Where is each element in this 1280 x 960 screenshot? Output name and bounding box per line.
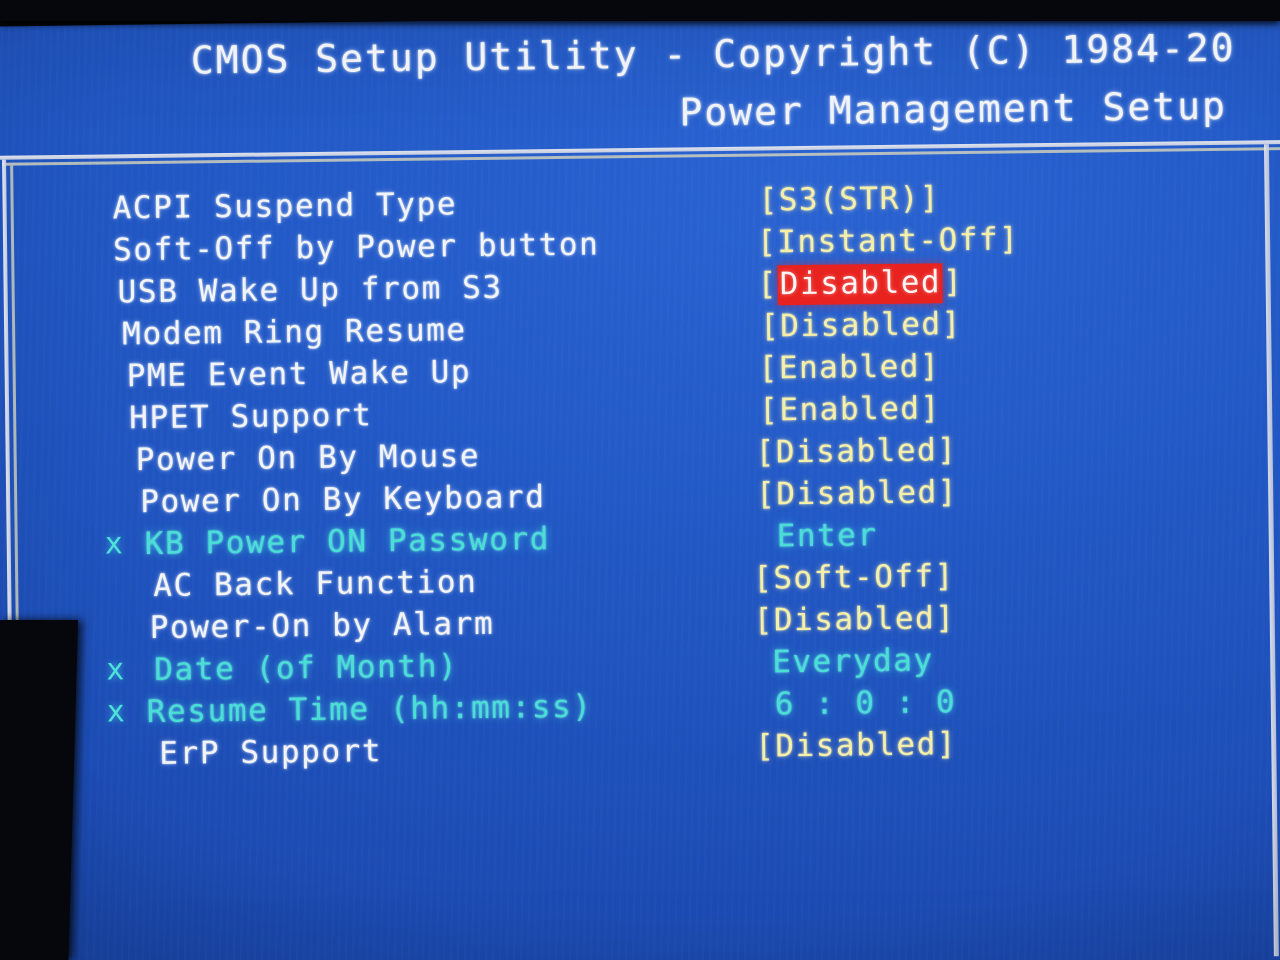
monitor-bezel-left — [0, 620, 79, 960]
value-open-bracket: [ — [755, 434, 777, 471]
settings-list: ACPI Suspend Type [S3(STR)] Soft-Off by Po… — [0, 176, 1280, 780]
setting-value[interactable]: Enter — [776, 517, 877, 554]
setting-label: AC Back Function — [153, 563, 478, 604]
setting-label: Modem Ring Resume — [121, 312, 467, 353]
value-open-bracket: [ — [755, 728, 776, 765]
value-close-bracket: ] — [937, 474, 959, 511]
value-open-bracket: [ — [752, 560, 774, 597]
value-open-bracket: [ — [758, 392, 780, 429]
value-open-bracket: [ — [759, 308, 781, 345]
bios-screen: CMOS Setup Utility - Copyright (C) 1984-… — [0, 0, 1280, 960]
value-text: Disabled — [773, 600, 936, 639]
setting-value[interactable]: 6 : 0 : 0 — [775, 684, 957, 722]
setting-value[interactable]: Everyday — [772, 642, 934, 680]
setting-label: Soft-Off by Power button — [112, 226, 600, 269]
value-open-bracket: [ — [756, 224, 778, 261]
value-text: Soft-Off — [773, 558, 935, 597]
value-text: 6 : 0 : 0 — [774, 684, 957, 723]
page-title: CMOS Setup Utility - Copyright (C) 1984-… — [190, 25, 1236, 83]
value-text: Enabled — [779, 390, 921, 429]
setting-label: Power-On by Alarm — [149, 605, 495, 646]
setting-label: Power On By Mouse — [135, 437, 481, 479]
setting-label: PME Event Wake Up — [126, 354, 472, 395]
setting-label: Resume Time (hh:mm:ss) — [146, 688, 593, 731]
value-text: Enabled — [778, 348, 921, 387]
value-open-bracket: [ — [753, 602, 775, 639]
setting-value[interactable]: [Enabled] — [758, 348, 940, 386]
setting-label: Power On By Keyboard — [140, 479, 546, 521]
value-text: Enter — [776, 517, 878, 555]
value-text: Disabled — [776, 474, 938, 513]
disabled-marker-icon: x — [104, 526, 124, 562]
page-subtitle: Power Management Setup — [679, 83, 1228, 135]
setting-value[interactable]: [Disabled] — [760, 306, 962, 344]
setting-value[interactable]: [Disabled] — [755, 432, 957, 470]
setting-value[interactable]: [Soft-Off] — [753, 558, 955, 596]
value-close-bracket: ] — [941, 306, 962, 343]
setting-value[interactable]: [Disabled] — [754, 600, 956, 638]
value-close-bracket: ] — [942, 264, 964, 301]
setting-value[interactable]: [Disabled] — [755, 726, 957, 764]
value-close-bracket: ] — [936, 726, 958, 763]
value-close-bracket: ] — [934, 600, 956, 637]
value-close-bracket: ] — [920, 390, 941, 427]
setting-value[interactable]: [Instant-Off] — [757, 221, 1020, 260]
value-open-bracket: [ — [758, 350, 780, 387]
monitor-photo: CMOS Setup Utility - Copyright (C) 1984-… — [0, 0, 1280, 960]
setting-label: Date (of Month) — [154, 648, 459, 688]
value-text: Disabled — [780, 306, 942, 345]
value-text: Disabled — [775, 432, 938, 471]
selected-value-highlight: Disabled — [777, 263, 944, 306]
value-text: S3(STR) — [778, 180, 921, 219]
value-text: Everyday — [772, 642, 934, 681]
monitor-bezel-top — [0, 0, 1280, 21]
value-open-bracket: [ — [758, 182, 779, 219]
setting-value[interactable]: [Enabled] — [759, 390, 941, 428]
disabled-marker-icon: x — [106, 652, 125, 688]
setting-value[interactable]: [S3(STR)] — [758, 180, 940, 218]
value-open-bracket: [ — [755, 476, 777, 513]
value-close-bracket: ] — [998, 221, 1020, 258]
value-close-bracket: ] — [919, 348, 941, 385]
value-text: Disabled — [775, 726, 937, 765]
value-open-bracket: [ — [757, 266, 779, 303]
value-text: Instant-Off — [777, 221, 1000, 261]
value-close-bracket: ] — [936, 432, 958, 469]
setting-label: ACPI Suspend Type — [112, 186, 458, 227]
setting-label: USB Wake Up from S3 — [117, 269, 503, 311]
bios-header: CMOS Setup Utility - Copyright (C) 1984-… — [0, 14, 1276, 140]
disabled-marker-icon: x — [106, 694, 126, 730]
setting-label: KB Power ON Password — [144, 521, 551, 563]
value-close-bracket: ] — [919, 180, 941, 217]
setting-label: HPET Support — [128, 397, 373, 437]
setting-label: ErP Support — [159, 733, 383, 772]
value-close-bracket: ] — [934, 558, 956, 595]
setting-value[interactable]: [Disabled] — [757, 263, 964, 306]
setting-value[interactable]: [Disabled] — [756, 474, 958, 512]
